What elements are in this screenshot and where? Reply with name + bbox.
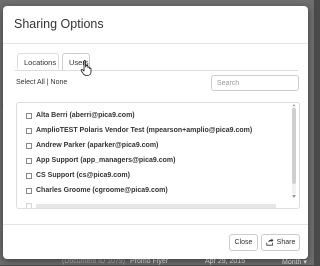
tab-locations[interactable]: Locations (17, 53, 59, 69)
user-label-partial (36, 203, 276, 208)
user-checkbox[interactable] (26, 112, 32, 119)
scroll-down-arrow-icon[interactable] (292, 195, 296, 198)
close-button[interactable]: Close (229, 234, 258, 251)
modal-footer: Close Share (3, 224, 308, 259)
background-item: Promo Flyer (130, 258, 169, 265)
scrollbar[interactable] (292, 106, 296, 194)
sharing-options-modal: Sharing Options Locations Users Select A… (3, 6, 308, 259)
user-checkbox[interactable] (26, 127, 32, 134)
select-none-link[interactable]: None (51, 79, 68, 86)
list-item[interactable]: App Support (app_managers@pica9.com) (17, 153, 299, 168)
user-list[interactable]: Alta Berri (aberri@pica9.com) AmplioTEST… (16, 102, 300, 209)
hand-pointer-icon (80, 60, 94, 76)
scrollbar-thumb[interactable] (292, 108, 296, 184)
tab-bar: Locations Users (15, 53, 298, 71)
modal-title: Sharing Options (14, 17, 104, 31)
select-separator: | (46, 79, 49, 86)
search-input[interactable] (211, 75, 299, 91)
share-button[interactable]: Share (261, 234, 300, 251)
user-label: Alta Berri (aberri@pica9.com) (36, 112, 135, 119)
select-all-link[interactable]: All (37, 79, 45, 86)
user-checkbox[interactable] (26, 202, 32, 208)
user-label: Charles Groome (cgroome@pica9.com) (36, 187, 168, 194)
select-label: Select (16, 79, 36, 86)
modal-header: Sharing Options (3, 6, 308, 44)
background-date: Apr 29, 2015 (205, 258, 246, 265)
list-item-partial[interactable] (17, 198, 299, 208)
user-label: AmplioTEST Polaris Vendor Test (mpearson… (36, 127, 253, 134)
list-item[interactable]: CS Support (cs@pica9.com) (17, 168, 299, 183)
share-button-label: Share (276, 239, 296, 246)
background-doc-id: (Document ID 1079) (62, 258, 126, 265)
user-checkbox[interactable] (26, 142, 32, 149)
user-label: Andrew Parker (aparker@pica9.com) (36, 142, 159, 149)
user-checkbox[interactable] (26, 172, 32, 179)
list-item[interactable]: Charles Groome (cgroome@pica9.com) (17, 183, 299, 198)
user-checkbox[interactable] (26, 157, 32, 164)
user-label: CS Support (cs@pica9.com) (36, 172, 130, 179)
list-item[interactable]: Alta Berri (aberri@pica9.com) (17, 108, 299, 123)
user-checkbox[interactable] (26, 187, 32, 194)
list-item[interactable]: Andrew Parker (aparker@pica9.com) (17, 138, 299, 153)
share-icon (266, 238, 274, 248)
list-item[interactable]: AmplioTEST Polaris Vendor Test (mpearson… (17, 123, 299, 138)
select-controls: Select All | None (16, 79, 67, 86)
user-label: App Support (app_managers@pica9.com) (36, 157, 176, 164)
